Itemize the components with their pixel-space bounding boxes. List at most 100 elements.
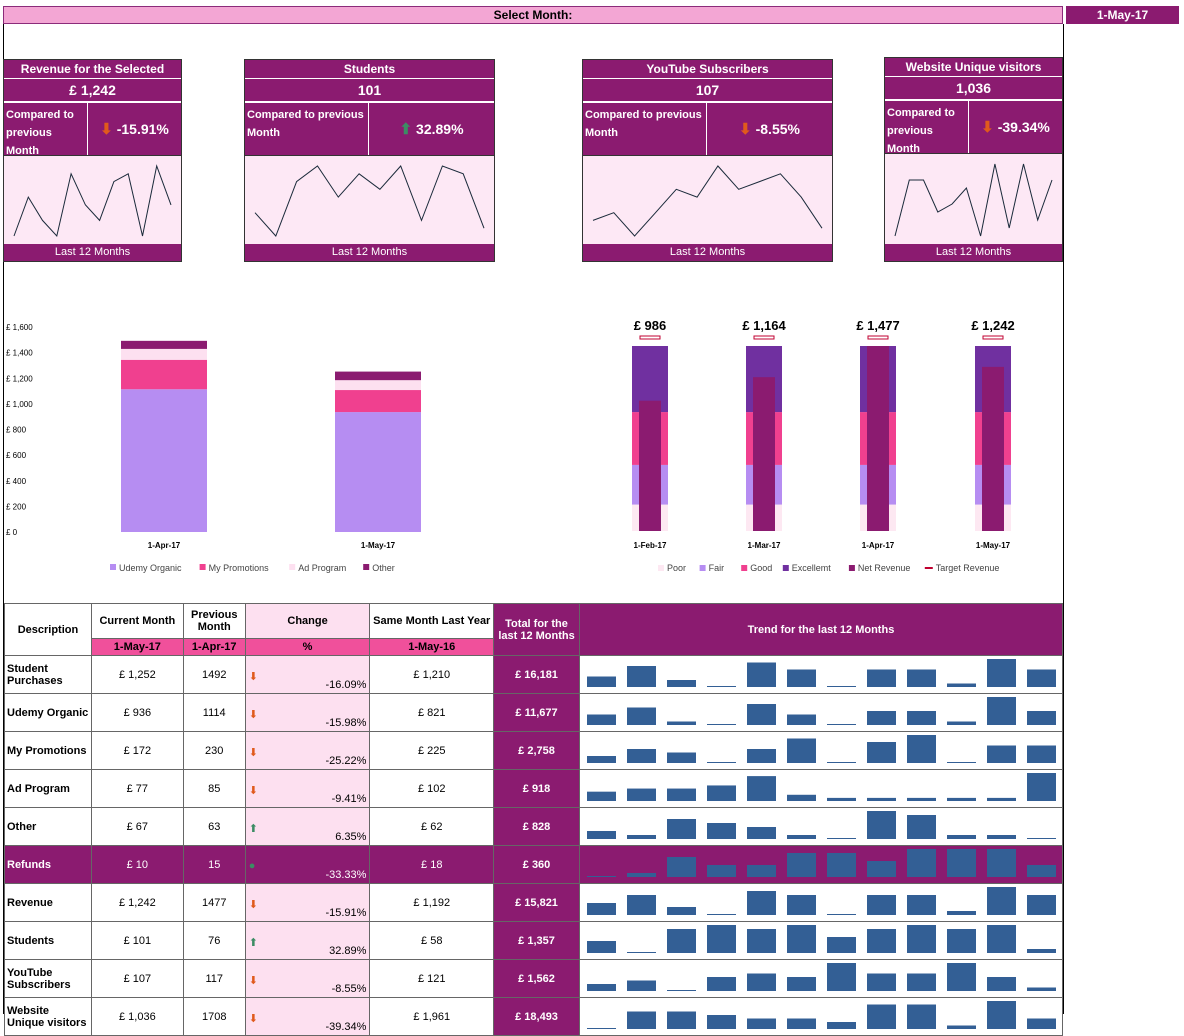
sparkline-chart [894,163,1053,237]
bar-segment [121,348,207,360]
compare-change: ⬇ -15.91% [88,103,181,155]
row-trend [578,693,1064,732]
trend-bar [746,973,776,991]
table-row: Revenue £ 1,242 1477 ⬇ -15.91% £ 1,192 £ 15,82… [4,883,1064,922]
subheader-change: % [244,638,371,656]
trend-bar [946,835,976,839]
trend-bar [906,973,936,991]
legend-label: Excellemt [792,563,832,573]
row-current: £ 936 [90,693,184,732]
y-tick-label: £ 0 [6,528,18,537]
row-last-year: £ 102 [369,769,495,808]
trend-arrow-icon: ⬆ [248,937,258,949]
trend-bar [826,838,856,839]
target-marker [639,335,661,340]
trend-arrow-icon: ⬇ [739,121,752,138]
row-description: Website Unique visitors [4,997,92,1036]
card-compare: Compared to previous Month ⬇ -15.91% [4,103,181,157]
row-total: £ 1,357 [493,921,580,960]
trend-bar [626,788,656,801]
card-title: YouTube Subscribers [583,60,832,79]
trend-sparkbars [586,659,1056,687]
row-description: Students [4,921,92,960]
trend-bar [1026,987,1056,991]
trend-bar [746,704,776,725]
trend-bar [906,735,936,763]
trend-bar [586,831,616,839]
trend-bar [1026,669,1056,687]
trend-arrow-icon: ⬇ [981,119,994,136]
trend-bar [946,911,976,915]
kpi-card-revenue: Revenue for the Selected £ 1,242 Compare… [3,59,182,262]
row-description: Ad Program [4,769,92,808]
card-compare: Compared to previous Month ⬇ -39.34% [885,101,1062,155]
trend-bar [866,929,896,953]
legend-swatch [110,564,116,570]
legend-label: Target Revenue [936,563,1000,573]
trend-arrow-icon: ⬇ [248,747,258,759]
value-label: £ 986 [634,318,667,333]
trend-bar [706,686,736,687]
trend-bar [786,669,816,687]
x-tick-label: 1-Mar-17 [748,541,781,550]
change-value: 32.89% [416,121,464,137]
trend-bar [986,659,1016,687]
table-row: Student Purchases £ 1,252 1492 ⬇ -16.09% £ 1,… [4,655,1064,694]
kpi-card-students: Students 101 Compared to previous Month … [244,59,495,262]
row-last-year: £ 1,210 [369,655,495,694]
row-description: YouTube Subscribers [4,959,92,998]
row-last-year: £ 62 [369,807,495,846]
x-tick-label: 1-May-17 [976,541,1011,550]
card-value: 107 [583,79,832,103]
row-current: £ 10 [90,845,184,884]
y-tick-label: £ 1,000 [6,400,33,409]
col-header-description: Description [4,603,92,656]
compare-label: Compared to previous Month [583,103,707,155]
change-value: -15.91% [116,121,169,137]
trend-bar [786,835,816,839]
table-row: Udemy Organic £ 936 1114 ⬇ -15.98% £ 821 £ 11,… [4,693,1064,732]
table-row: Other £ 67 63 ⬆ 6.35% £ 62 £ 828 [4,807,1064,846]
bar-segment [335,412,421,532]
sparkline [592,165,823,237]
row-total: £ 360 [493,845,580,884]
legend-swatch [363,564,370,570]
compare-label: Compared to previous Month [885,101,969,155]
x-tick-label: 1-May-17 [361,541,396,550]
trend-bar [1026,949,1056,953]
trend-bar [1026,838,1056,839]
change-value: -39.34% [325,1021,367,1033]
trend-bar [706,823,736,839]
row-total: £ 16,181 [493,655,580,694]
row-description: My Promotions [4,731,92,770]
change-value: 32.89% [329,945,367,957]
trend-bar [666,752,696,763]
trend-sparkbars [586,1001,1056,1029]
select-month-dropdown[interactable]: 1-May-17 [1066,6,1179,24]
trend-bar [586,676,616,687]
row-previous: 85 [182,769,246,808]
trend-bar [826,724,856,725]
trend-bar [626,952,656,953]
trend-bar [786,977,816,991]
trend-bar [666,907,696,915]
value-label: £ 1,477 [856,318,899,333]
legend-label: Net Revenue [858,563,911,573]
trend-bar [626,749,656,763]
trend-bar [666,929,696,953]
trend-bar [986,887,1016,915]
trend-bar [826,914,856,915]
trend-bar [666,680,696,687]
row-total: £ 15,821 [493,883,580,922]
trend-bar [946,721,976,725]
trend-bar [986,1001,1016,1029]
trend-bar [586,984,616,991]
trend-arrow-icon: ⬇ [248,785,258,797]
row-last-year: £ 121 [369,959,495,998]
change-value: -15.98% [325,717,367,729]
trend-bar [946,683,976,687]
row-previous: 1477 [182,883,246,922]
trend-bar [866,895,896,915]
trend-bar [626,895,656,915]
trend-bar [946,762,976,763]
